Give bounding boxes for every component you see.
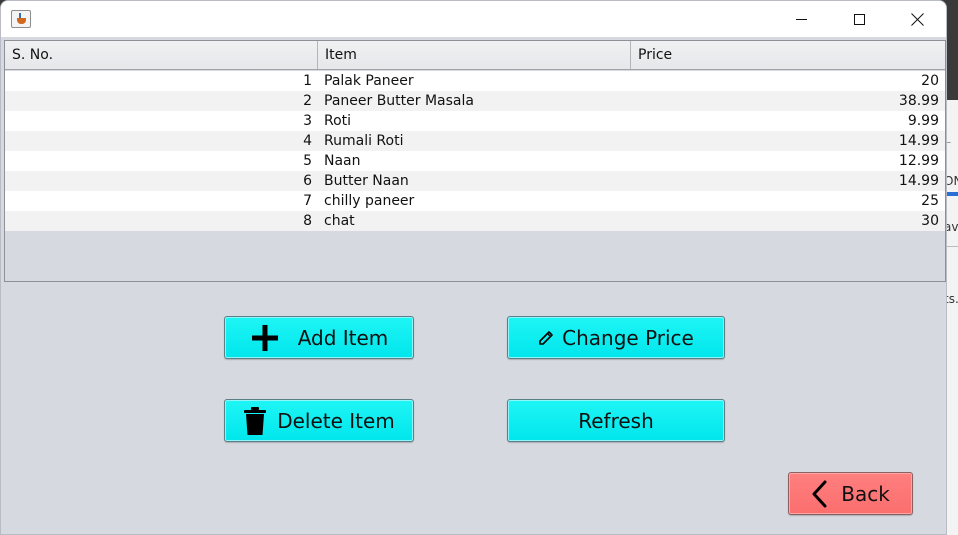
chevron-left-icon — [811, 480, 827, 508]
minimize-icon — [795, 18, 807, 20]
cell-sno: 5 — [303, 153, 312, 169]
cell-price: 25 — [921, 193, 939, 209]
cell-item: Palak Paneer — [324, 73, 414, 89]
add-item-button[interactable]: Add Item — [224, 316, 414, 359]
cell-item: chilly paneer — [324, 193, 415, 209]
cell-sno: 6 — [303, 173, 312, 189]
table-row[interactable]: 4 Rumali Roti 14.99 — [5, 131, 945, 151]
column-header-price[interactable]: Price — [631, 41, 945, 69]
cell-item: Rumali Roti — [324, 133, 404, 149]
cell-price: 20 — [921, 73, 939, 89]
cell-sno: 8 — [303, 213, 312, 229]
java-app-icon[interactable] — [11, 10, 31, 28]
refresh-label: Refresh — [578, 408, 654, 433]
plus-icon — [250, 323, 280, 353]
close-icon — [911, 13, 924, 26]
table-header: S. No. Item Price — [5, 41, 945, 70]
back-label: Back — [841, 481, 890, 506]
maximize-button[interactable] — [830, 1, 888, 37]
cell-price: 14.99 — [898, 173, 939, 189]
delete-item-button[interactable]: Delete Item — [224, 399, 414, 442]
app-window: S. No. Item Price 1 Palak Paneer 20 2 Pa… — [0, 0, 947, 535]
cell-item: chat — [324, 213, 355, 229]
table-row[interactable]: 6 Butter Naan 14.99 — [5, 171, 945, 191]
back-button[interactable]: Back — [788, 472, 913, 515]
cell-sno: 1 — [303, 73, 312, 89]
title-bar[interactable] — [1, 1, 946, 37]
column-header-item[interactable]: Item — [318, 41, 631, 69]
maximize-icon — [853, 13, 865, 25]
trash-icon — [243, 406, 267, 436]
change-price-label: Change Price — [562, 325, 694, 350]
cell-sno: 2 — [303, 93, 312, 109]
cell-item: Roti — [324, 113, 352, 129]
table-body: 1 Palak Paneer 20 2 Paneer Butter Masala… — [5, 71, 945, 231]
column-header-sno[interactable]: S. No. — [5, 41, 318, 69]
cell-price: 12.99 — [898, 153, 939, 169]
cell-price: 30 — [921, 213, 939, 229]
menu-items-table[interactable]: S. No. Item Price 1 Palak Paneer 20 2 Pa… — [4, 40, 946, 282]
cell-sno: 3 — [303, 113, 312, 129]
table-row[interactable]: 2 Paneer Butter Masala 38.99 — [5, 91, 945, 111]
table-row[interactable]: 7 chilly paneer 25 — [5, 191, 945, 211]
cell-price: 9.99 — [907, 113, 939, 129]
table-row[interactable]: 1 Palak Paneer 20 — [5, 71, 945, 91]
change-price-button[interactable]: Change Price — [507, 316, 725, 359]
close-button[interactable] — [888, 1, 946, 37]
cell-sno: 4 — [303, 133, 312, 149]
table-row[interactable]: 5 Naan 12.99 — [5, 151, 945, 171]
add-item-label: Add Item — [297, 325, 389, 350]
cell-sno: 7 — [303, 193, 312, 209]
refresh-button[interactable]: Refresh — [507, 399, 725, 442]
cell-item: Butter Naan — [324, 173, 409, 189]
delete-item-label: Delete Item — [277, 408, 395, 433]
table-row[interactable]: 3 Roti 9.99 — [5, 111, 945, 131]
table-row[interactable]: 8 chat 30 — [5, 211, 945, 231]
cell-item: Paneer Butter Masala — [324, 93, 474, 109]
cell-price: 14.99 — [898, 133, 939, 149]
cell-price: 38.99 — [898, 93, 939, 109]
minimize-button[interactable] — [772, 1, 830, 37]
pencil-icon — [538, 330, 554, 346]
cell-item: Naan — [324, 153, 361, 169]
